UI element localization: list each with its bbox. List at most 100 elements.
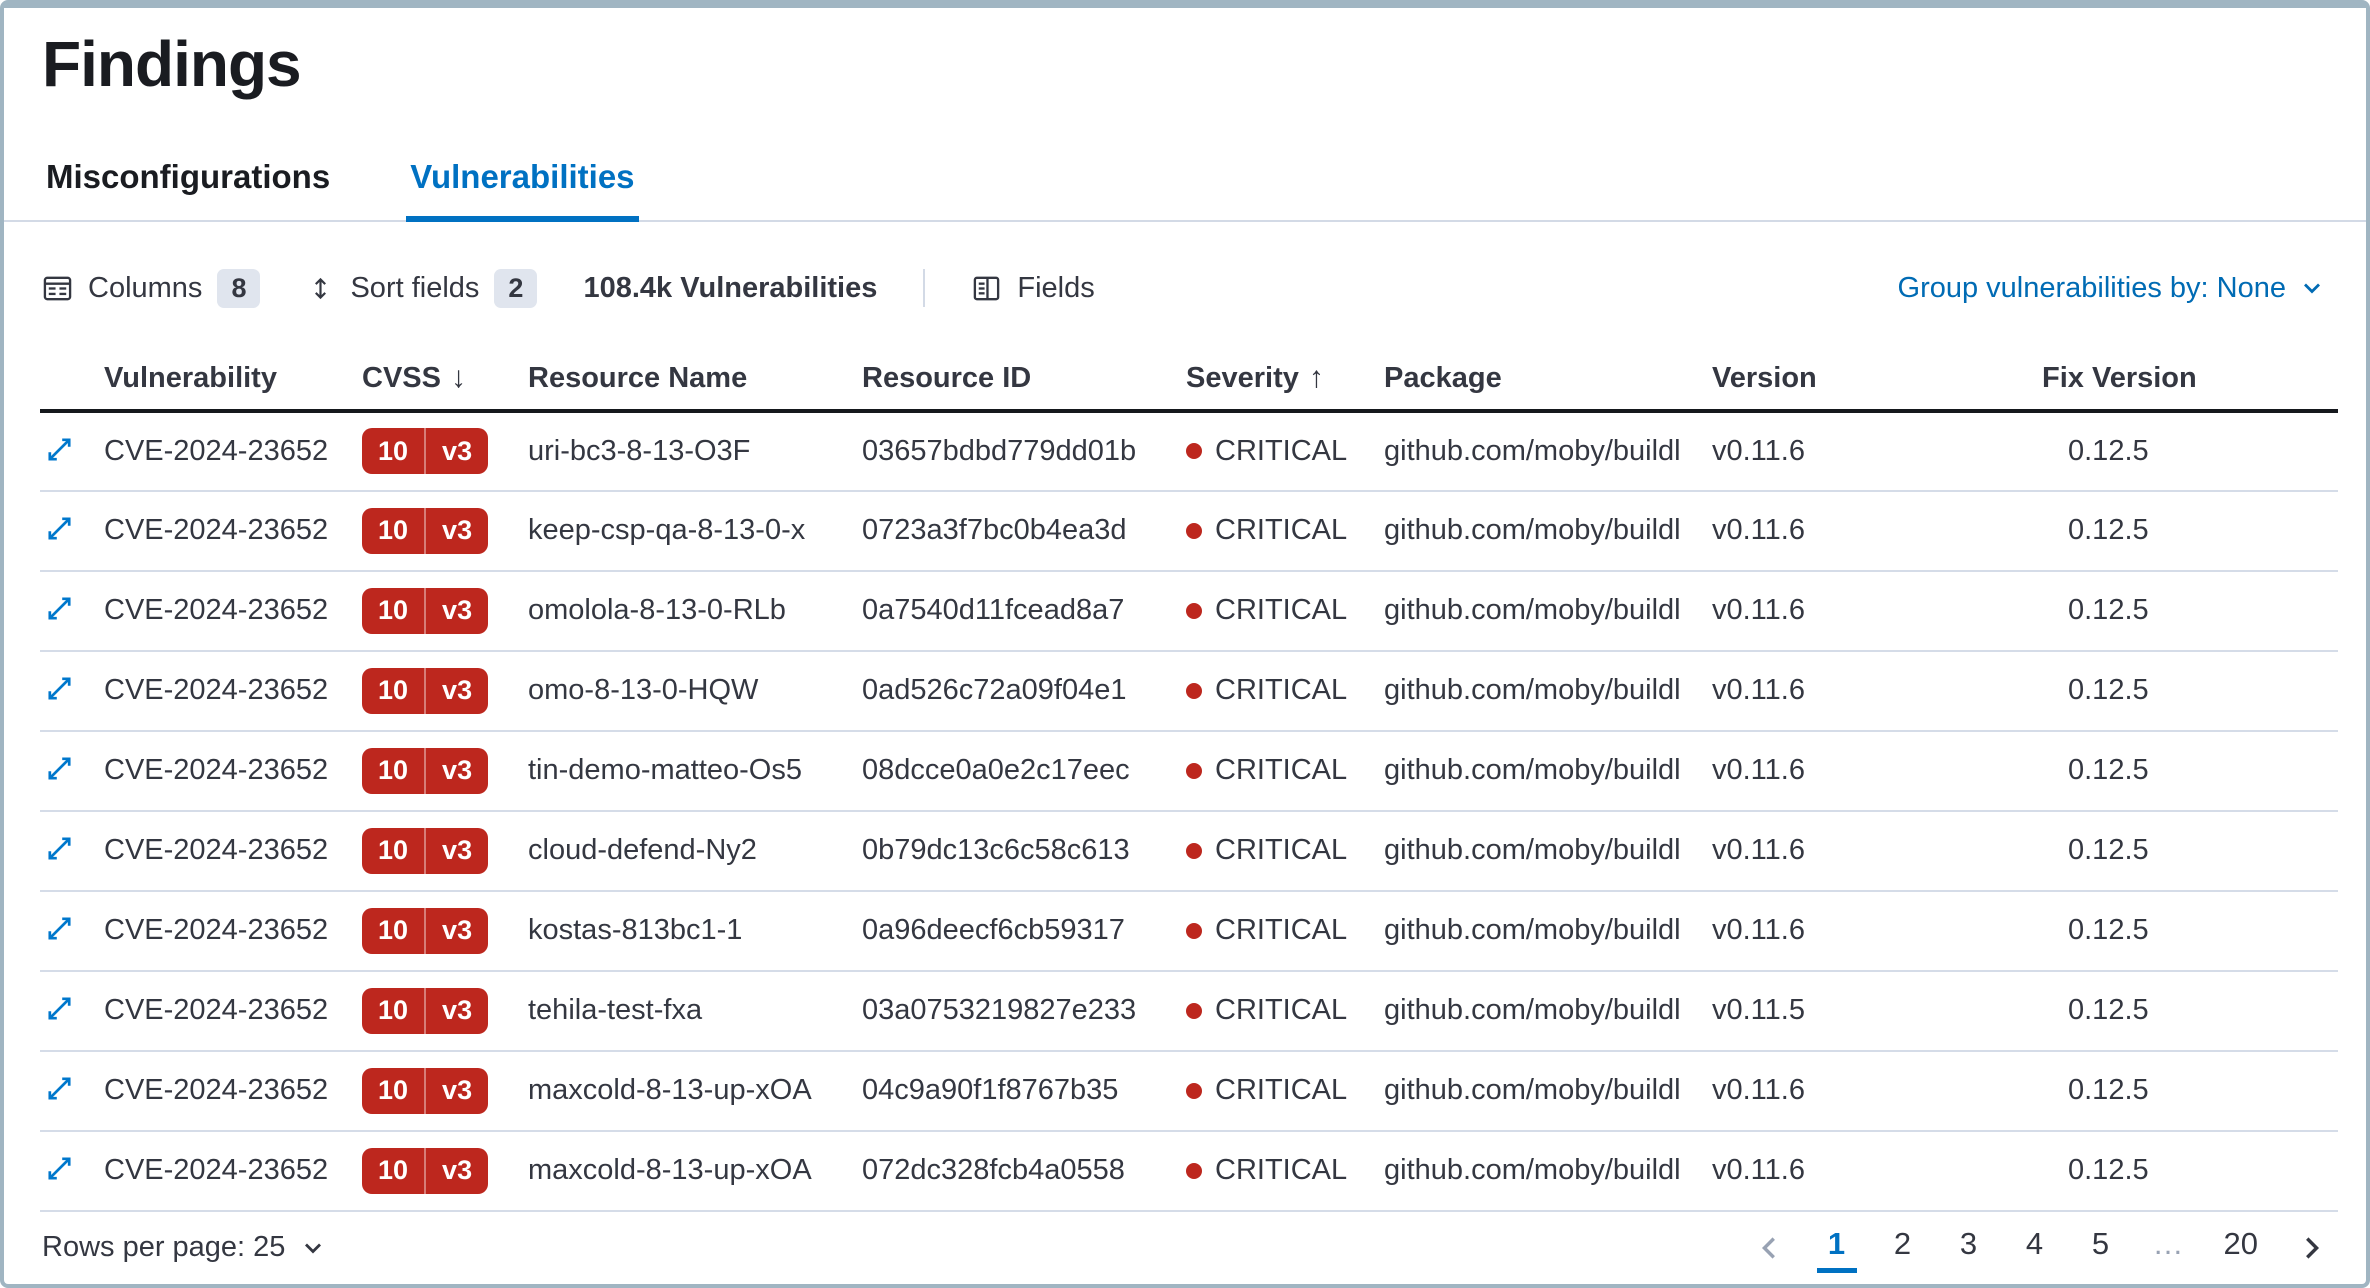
cvss-score: 10	[362, 515, 424, 546]
pagination-page-4[interactable]: 4	[2015, 1222, 2055, 1273]
cvss-version: v3	[426, 835, 488, 866]
cvss-cell: 10 v3	[362, 811, 528, 891]
rows-per-page-button[interactable]: Rows per page: 25	[42, 1231, 327, 1264]
pagination-page-5[interactable]: 5	[2081, 1222, 2121, 1273]
cvss-score-badge: 10 v3	[362, 988, 488, 1034]
expand-row-button[interactable]	[40, 829, 79, 868]
severity-cell: CRITICAL	[1186, 811, 1384, 891]
resource-name-cell: omo-8-13-0-HQW	[528, 651, 862, 731]
severity-cell: CRITICAL	[1186, 891, 1384, 971]
vulnerability-cell: CVE-2024-23652	[104, 731, 362, 811]
pagination-page-2[interactable]: 2	[1883, 1222, 1923, 1273]
cvss-version: v3	[426, 515, 488, 546]
table-row: CVE-2024-23652 10 v3 maxcold-8-13-up-xOA…	[40, 1051, 2338, 1131]
severity-label: CRITICAL	[1215, 914, 1347, 947]
expand-row-button[interactable]	[40, 1149, 79, 1188]
columns-label: Columns	[88, 272, 202, 305]
table-row: CVE-2024-23652 10 v3 keep-csp-qa-8-13-0-…	[40, 491, 2338, 571]
package-cell: github.com/moby/buildl	[1384, 891, 1712, 971]
fields-button[interactable]: Fields	[971, 272, 1094, 305]
expand-row-button[interactable]	[40, 989, 79, 1028]
fix-version-cell: 0.12.5	[2042, 491, 2338, 571]
expand-row-button[interactable]	[40, 749, 79, 788]
diagonal-expand-icon	[44, 1153, 75, 1184]
cvss-cell: 10 v3	[362, 411, 528, 491]
column-header-package[interactable]: Package	[1384, 347, 1712, 411]
pagination-page-20[interactable]: 20	[2218, 1222, 2264, 1273]
pagination-page-1[interactable]: 1	[1817, 1222, 1857, 1273]
severity-cell: CRITICAL	[1186, 491, 1384, 571]
pagination-next-button[interactable]	[2290, 1227, 2332, 1269]
fix-version-cell: 0.12.5	[2042, 731, 2338, 811]
resource-name-cell: maxcold-8-13-up-xOA	[528, 1131, 862, 1211]
column-header-fix-version[interactable]: Fix Version	[2042, 347, 2338, 411]
column-header-resource-name[interactable]: Resource Name	[528, 347, 862, 411]
table-footer: Rows per page: 25 12345 … 20	[4, 1212, 2366, 1284]
package-cell: github.com/moby/buildl	[1384, 1131, 1712, 1211]
fix-version-cell: 0.12.5	[2042, 811, 2338, 891]
column-header-version[interactable]: Version	[1712, 347, 2042, 411]
severity-label: CRITICAL	[1215, 834, 1347, 867]
cvss-score-badge: 10 v3	[362, 908, 488, 954]
table-header-row: Vulnerability CVSS↓ Resource Name Resour…	[40, 347, 2338, 411]
fix-version-cell: 0.12.5	[2042, 651, 2338, 731]
chevron-right-icon	[2296, 1233, 2326, 1263]
column-header-severity[interactable]: Severity↑	[1186, 347, 1384, 411]
tab-misconfigurations[interactable]: Misconfigurations	[42, 144, 334, 222]
cvss-cell: 10 v3	[362, 971, 528, 1051]
expand-cell	[40, 651, 104, 731]
severity-label: CRITICAL	[1215, 674, 1347, 707]
cvss-score: 10	[362, 755, 424, 786]
resource-name-cell: cloud-defend-Ny2	[528, 811, 862, 891]
severity-dot-icon	[1186, 763, 1202, 779]
resource-name-cell: maxcold-8-13-up-xOA	[528, 1051, 862, 1131]
sort-fields-button[interactable]: Sort fields 2	[306, 269, 537, 308]
expand-row-button[interactable]	[40, 430, 79, 469]
table-row: CVE-2024-23652 10 v3 uri-bc3-8-13-O3F 03…	[40, 411, 2338, 491]
group-by-label: Group vulnerabilities by: None	[1898, 272, 2286, 305]
cvss-score-badge: 10 v3	[362, 588, 488, 634]
total-vulnerabilities-count: 108.4k Vulnerabilities	[583, 272, 877, 305]
cvss-version: v3	[426, 1155, 488, 1186]
cvss-cell: 10 v3	[362, 491, 528, 571]
diagonal-expand-icon	[44, 1073, 75, 1104]
sort-fields-label: Sort fields	[350, 272, 479, 305]
version-cell: v0.11.6	[1712, 811, 2042, 891]
diagonal-expand-icon	[44, 513, 75, 544]
vulnerability-cell: CVE-2024-23652	[104, 811, 362, 891]
cvss-score-badge: 10 v3	[362, 1148, 488, 1194]
fix-version-cell: 0.12.5	[2042, 1051, 2338, 1131]
expand-row-button[interactable]	[40, 1069, 79, 1108]
vulnerability-cell: CVE-2024-23652	[104, 1131, 362, 1211]
package-cell: github.com/moby/buildl	[1384, 411, 1712, 491]
severity-dot-icon	[1186, 603, 1202, 619]
cvss-cell: 10 v3	[362, 891, 528, 971]
column-header-vulnerability[interactable]: Vulnerability	[104, 347, 362, 411]
expand-row-button[interactable]	[40, 909, 79, 948]
tab-vulnerabilities[interactable]: Vulnerabilities	[406, 144, 638, 222]
group-vulnerabilities-by-button[interactable]: Group vulnerabilities by: None	[1898, 272, 2326, 305]
expand-row-button[interactable]	[40, 589, 79, 628]
package-cell: github.com/moby/buildl	[1384, 651, 1712, 731]
resource-name-cell: keep-csp-qa-8-13-0-x	[528, 491, 862, 571]
vulnerability-cell: CVE-2024-23652	[104, 571, 362, 651]
table-toolbar: Columns 8 Sort fields 2 108.4k Vulnerabi…	[42, 264, 2326, 313]
column-header-resource-id[interactable]: Resource ID	[862, 347, 1186, 411]
severity-label: CRITICAL	[1215, 1074, 1347, 1107]
pagination-ellipsis: …	[2147, 1222, 2192, 1273]
pagination-page-3[interactable]: 3	[1949, 1222, 1989, 1273]
column-header-cvss[interactable]: CVSS↓	[362, 347, 528, 411]
expand-row-button[interactable]	[40, 669, 79, 708]
columns-button[interactable]: Columns 8	[42, 269, 260, 308]
cvss-version: v3	[426, 595, 488, 626]
version-cell: v0.11.6	[1712, 891, 2042, 971]
resource-name-cell: tehila-test-fxa	[528, 971, 862, 1051]
cvss-score: 10	[362, 675, 424, 706]
vulnerability-cell: CVE-2024-23652	[104, 651, 362, 731]
expand-row-button[interactable]	[40, 509, 79, 548]
diagonal-expand-icon	[44, 593, 75, 624]
table-body: CVE-2024-23652 10 v3 uri-bc3-8-13-O3F 03…	[40, 411, 2338, 1211]
severity-label: CRITICAL	[1215, 994, 1347, 1027]
fix-version-cell: 0.12.5	[2042, 891, 2338, 971]
chevron-down-icon	[299, 1234, 327, 1262]
